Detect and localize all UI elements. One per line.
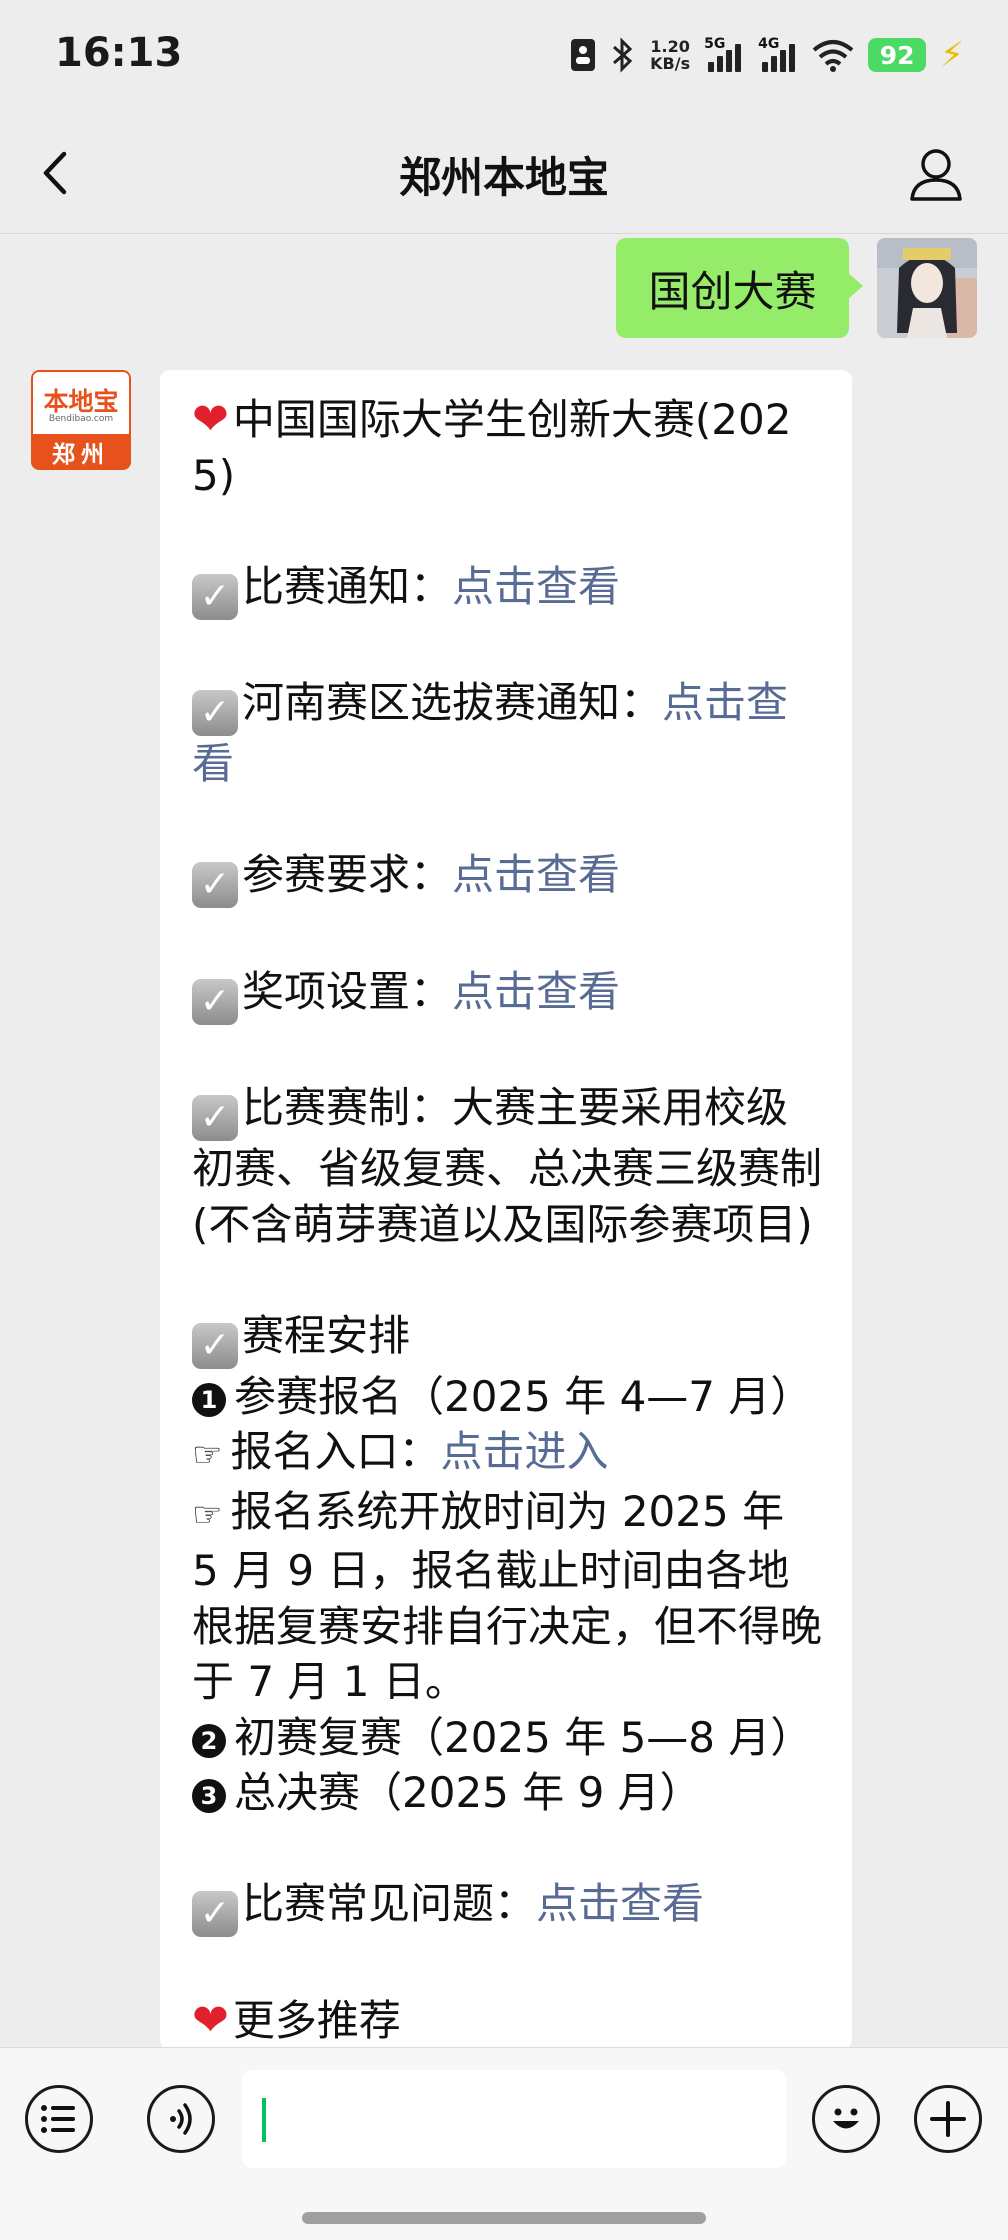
bot-avatar[interactable]: 本地宝 Bendibao.com 郑州 [31,370,131,470]
list-item: ✓ 参赛要求：点击查看 [192,847,822,908]
registration-entry-link[interactable]: 点击进入 [441,1427,609,1476]
list-item: ✓ 河南赛区选拔赛通知：点击查看 [192,678,789,788]
more-recommendations: ❤更多推荐 [192,1994,401,2046]
list-menu-icon [41,2105,75,2133]
schedule-step: 3 总决赛（2025 年 9 月） [192,1765,822,1821]
number-two-icon: 2 [192,1723,226,1758]
wifi-icon [812,38,854,72]
status-time: 16:13 [55,30,183,76]
message-input[interactable] [242,2070,786,2168]
bluetooth-icon [610,37,636,73]
voice-button[interactable] [147,2085,215,2153]
network-speed: 1.20 KB/s [650,37,691,73]
requirements-link[interactable]: 点击查看 [452,850,620,899]
schedule-note: ☞ 报名系统开放时间为 2025 年 5 月 9 日，报名截止时间由各地根据复赛安… [192,1486,823,1707]
voice-icon [170,2103,192,2135]
message-title: ❤中国国际大学生创新大赛(2025) [192,394,792,500]
heart-icon: ❤ [192,394,229,445]
input-bar [0,2047,1008,2240]
checkbox-icon: ✓ [192,862,238,908]
heart-icon: ❤ [192,1994,229,2046]
bot-message-bubble: ❤中国国际大学生创新大赛(2025) ✓ 比赛通知：点击查看 ✓ 河南赛区选拔赛通知… [160,370,852,2050]
menu-button[interactable] [25,2085,93,2153]
list-item: ✓ 比赛常见问题：点击查看 [192,1876,822,1937]
status-bar: 16:13 1.20 KB/s 5G 4G 92 ⚡ [0,0,1008,110]
chat-title: 郑州本地宝 [398,153,609,202]
schedule-step: 1 参赛报名（2025 年 4—7 月） [192,1369,822,1425]
pointing-hand-icon: ☞ [192,1435,223,1475]
checkbox-icon: ✓ [192,573,238,620]
profile-button[interactable] [906,144,966,204]
user-avatar[interactable] [877,238,977,338]
pointing-hand-icon: ☞ [192,1494,223,1535]
number-three-icon: 3 [192,1779,226,1813]
awards-link[interactable]: 点击查看 [452,967,620,1016]
emoji-icon [833,2108,859,2129]
checkbox-icon: ✓ [192,1891,238,1937]
battery-icon: 92 [868,38,927,72]
list-item: ✓ 比赛通知：点击查看 [192,559,822,620]
checkbox-icon: ✓ [192,978,238,1025]
sim-card-icon [570,38,596,72]
schedule-title: ✓ 赛程安排 [192,1308,822,1369]
competition-notice-link[interactable]: 点击查看 [452,562,620,611]
bot-logo: 本地宝 Bendibao.com [31,370,131,434]
plus-icon [930,2101,966,2137]
avatar-portrait [877,238,977,338]
signal-4g-icon: 4G [758,36,798,72]
user-icon [910,149,962,201]
list-item: ✓ 比赛赛制：大赛主要采用校级初赛、省级复赛、总决赛三级赛制(不含萌芽赛道以及国际… [192,1083,823,1249]
checkbox-icon: ✓ [192,690,238,736]
add-button[interactable] [914,2085,982,2153]
schedule-entry: ☞ 报名入口：点击进入 [192,1427,609,1476]
checkbox-icon: ✓ [192,1322,238,1369]
home-indicator[interactable] [302,2212,706,2224]
chat-header: 郑州本地宝 [0,110,1008,234]
status-icons: 1.20 KB/s 5G 4G 92 ⚡ [570,30,964,80]
signal-5g-icon: 5G [704,36,744,72]
number-one-icon: 1 [192,1382,226,1417]
emoji-button[interactable] [812,2085,880,2153]
user-message-bubble[interactable]: 国创大赛 [616,238,863,338]
list-item: ✓ 奖项设置：点击查看 [192,964,822,1025]
charging-bolt-icon: ⚡ [940,35,964,75]
schedule-step: 2 初赛复赛（2025 年 5—8 月） [192,1710,822,1766]
text-caret [262,2098,266,2142]
faq-link[interactable]: 点击查看 [536,1879,704,1928]
checkbox-icon: ✓ [192,1095,238,1141]
